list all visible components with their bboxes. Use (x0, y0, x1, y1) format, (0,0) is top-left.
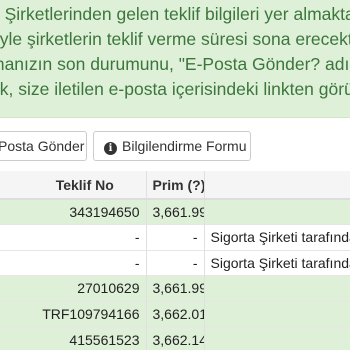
row-cell-blank (0, 300, 24, 327)
info-circle-icon: i (104, 142, 117, 155)
note-cell: Sigorta Şirketi tarafından (204, 249, 350, 276)
column-header-teklif-no[interactable]: Teklif No (24, 171, 147, 200)
teklif-no-cell: 415561523 (24, 326, 147, 350)
prim-cell: 3,661.99 (146, 275, 205, 301)
info-form-label: Bilgilendirme Formu (122, 138, 247, 154)
table-row[interactable]: 343194650 3,661.99 (0, 198, 350, 225)
prim-cell: 3,662.14 (146, 326, 205, 350)
teklif-no-cell: 27010629 (24, 275, 147, 301)
note-cell (204, 326, 350, 350)
note-cell (204, 300, 350, 327)
row-cell-blank (0, 326, 24, 350)
teklif-no-cell: - (24, 224, 147, 250)
info-text-line: riyle şirketlerin teklif verme süresi so… (0, 29, 350, 49)
table-header-row: Teklif No Prim (?) (0, 171, 350, 200)
note-cell (204, 198, 350, 225)
table-row[interactable]: TRF109794166 3,662.01 (0, 300, 350, 327)
info-text-line: ek, size iletilen e-posta içerisindeki l… (0, 79, 350, 99)
send-email-label: Posta Gönder (0, 138, 85, 154)
info-form-button[interactable]: i Bilgilendirme Formu (93, 131, 251, 161)
note-cell (204, 275, 350, 301)
info-alert: n Şirketlerinden gelen teklif bilgileri … (0, 0, 350, 118)
column-header-blank (0, 171, 24, 200)
offers-table-container[interactable]: Teklif No Prim (?) 343194650 3,661.99 - … (0, 171, 350, 350)
row-cell-blank (0, 224, 24, 250)
teklif-no-cell: 343194650 (24, 198, 147, 225)
prim-cell: 3,661.99 (146, 198, 205, 225)
offer-page: n Şirketlerinden gelen teklif bilgileri … (0, 0, 350, 350)
table-row[interactable]: 415561523 3,662.14 (0, 326, 350, 350)
column-header-note (204, 171, 350, 200)
row-cell-blank (0, 275, 24, 301)
prim-cell: - (146, 249, 205, 276)
prim-cell: - (146, 224, 205, 250)
info-text-line: manızın son durumunu, "E-Posta Gönder? a… (0, 54, 350, 74)
offers-table: Teklif No Prim (?) 343194650 3,661.99 - … (0, 171, 350, 350)
info-text-line: n Şirketlerinden gelen teklif bilgileri … (0, 4, 350, 24)
row-cell-blank (0, 249, 24, 276)
teklif-no-cell: TRF109794166 (24, 300, 147, 327)
row-cell-blank (0, 198, 24, 225)
teklif-no-cell: - (24, 249, 147, 276)
table-row[interactable]: 27010629 3,661.99 (0, 275, 350, 301)
table-row[interactable]: - - Sigorta Şirketi tarafından (0, 224, 350, 250)
note-cell: Sigorta Şirketi tarafından (204, 224, 350, 250)
table-row[interactable]: - - Sigorta Şirketi tarafından (0, 249, 350, 276)
column-header-prim[interactable]: Prim (?) (146, 171, 205, 200)
send-email-button[interactable]: Posta Gönder (0, 131, 87, 161)
prim-cell: 3,662.01 (146, 300, 205, 327)
